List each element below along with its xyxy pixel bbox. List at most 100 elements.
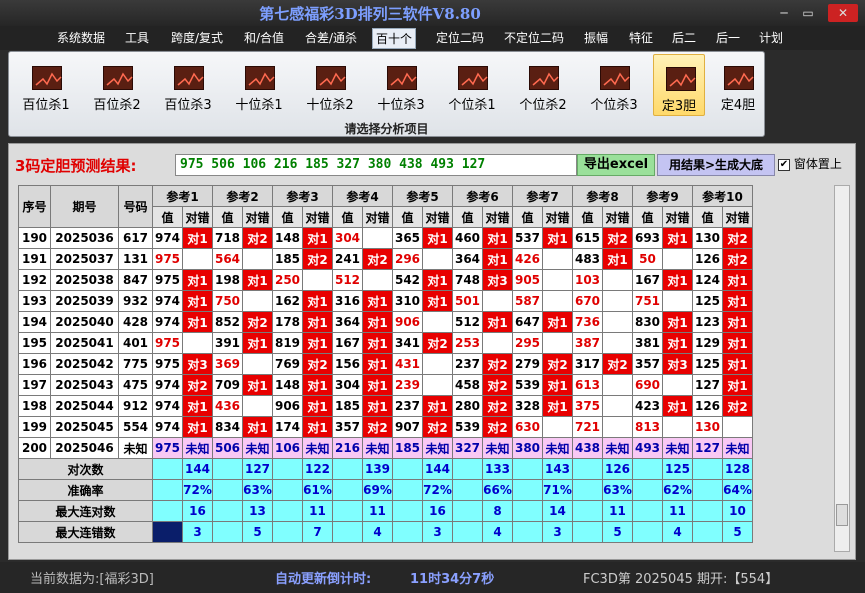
cell-value: 216 — [332, 437, 363, 459]
cell-mark: 对2 — [302, 248, 333, 270]
menu-item[interactable]: 和/合值 — [238, 28, 290, 49]
menu-item[interactable]: 后一 — [710, 28, 746, 49]
cell-value: 974 — [152, 416, 183, 438]
stats-spacer — [332, 458, 363, 480]
chart-icon — [316, 66, 346, 90]
table-row[interactable]: 191 2025037 131 975 564 185 对2 241 对2 296 364 对1 426… — [18, 248, 753, 270]
cell-mark: 对1 — [182, 269, 213, 291]
cell-mark — [542, 332, 573, 354]
cell-value: 156 — [332, 353, 363, 375]
ribbon-button-label: 十位杀3 — [377, 98, 425, 113]
maximize-button[interactable]: ▭ — [796, 4, 820, 22]
export-excel-button[interactable]: 导出excel — [577, 154, 655, 176]
cell-mark — [602, 311, 633, 333]
result-field[interactable]: 975 506 106 216 185 327 380 438 493 127 — [175, 154, 577, 176]
stats-spacer — [332, 500, 363, 522]
scrollbar-thumb[interactable] — [836, 504, 848, 526]
menu-item[interactable]: 不定位二码 — [498, 28, 570, 49]
header-value: 值 — [212, 206, 243, 228]
cell-value: 670 — [572, 290, 603, 312]
ribbon-button[interactable]: 个位杀3 — [582, 54, 646, 116]
table-row[interactable]: 192 2025038 847 975 对1 198 对1 250 512 542 对1 748 对3 9… — [18, 269, 753, 291]
stats-spacer — [452, 500, 483, 522]
menu-item[interactable]: 合差/通杀 — [300, 28, 362, 49]
cell-value: 975 — [152, 248, 183, 270]
ribbon-button[interactable]: 十位杀2 — [298, 54, 362, 116]
minimize-button[interactable]: ─ — [772, 4, 796, 22]
menu-item[interactable]: 跨度/复式 — [165, 28, 229, 49]
table-row[interactable]: 190 2025036 617 974 对1 718 对2 148 对1 304 365 对1 460 对… — [18, 227, 753, 249]
ribbon-button[interactable]: 十位杀1 — [227, 54, 291, 116]
table-row[interactable]: 195 2025041 401 975 391 对1 819 对1 167 对1 341 对2 253 2… — [18, 332, 753, 354]
cell-value: 126 — [692, 395, 723, 417]
cell-mark: 对1 — [482, 227, 513, 249]
cell-mark: 对3 — [662, 353, 693, 375]
ribbon-button[interactable]: 个位杀2 — [511, 54, 575, 116]
table-row[interactable]: 196 2025042 775 975 对3 369 769 对2 156 对1 431 237 对2 2… — [18, 353, 753, 375]
stats-spacer — [452, 479, 483, 501]
header-ref: 参考6 — [452, 185, 513, 207]
cell-mark: 对2 — [722, 227, 753, 249]
stats-value: 13 — [242, 500, 273, 522]
ribbon-button[interactable]: 个位杀1 — [440, 54, 504, 116]
vertical-scrollbar[interactable] — [834, 185, 850, 552]
cell-value: 295 — [512, 332, 543, 354]
cell-value: 974 — [152, 290, 183, 312]
topmost-checkbox[interactable]: ✔ 窗体置上 — [778, 155, 842, 172]
chart-icon — [458, 66, 488, 90]
ribbon-button[interactable]: 百位杀2 — [85, 54, 149, 116]
cell-mark: 对2 — [362, 248, 393, 270]
menu-item[interactable]: 计划 — [754, 28, 788, 49]
menu-item[interactable]: 后二 — [666, 28, 702, 49]
stats-spacer — [512, 479, 543, 501]
table-row[interactable]: 197 2025043 475 974 对2 709 对1 148 对1 304 对1 239 458 对… — [18, 374, 753, 396]
header-value: 值 — [392, 206, 423, 228]
menu-item[interactable]: 特征 — [622, 28, 660, 49]
cell-mark: 对1 — [422, 269, 453, 291]
cell-value: 327 — [452, 437, 483, 459]
cell-value: 721 — [572, 416, 603, 438]
table-row[interactable]: 198 2025044 912 974 对1 436 906 对1 185 对1 237 对1 280 对… — [18, 395, 753, 417]
ribbon-button[interactable]: 定4胆 — [712, 54, 764, 116]
cell-value: 975 — [152, 332, 183, 354]
stats-spacer — [152, 500, 183, 522]
table-row[interactable]: 193 2025039 932 974 对1 750 162 对1 316 对1 310 对1 501 5… — [18, 290, 753, 312]
stats-value: 5 — [242, 521, 273, 543]
ribbon-button[interactable]: 百位杀1 — [14, 54, 78, 116]
cell-code: 775 — [118, 353, 153, 375]
cell-mark: 未知 — [662, 437, 693, 459]
table-row[interactable]: 199 2025045 554 974 对1 834 对1 174 对1 357 对2 907 对2 53… — [18, 416, 753, 438]
cell-mark: 对1 — [362, 332, 393, 354]
ribbon-button[interactable]: 十位杀3 — [369, 54, 433, 116]
cell-value: 304 — [332, 227, 363, 249]
table-row[interactable]: 194 2025040 428 974 对1 852 对2 178 对1 364 对1 906 512 对… — [18, 311, 753, 333]
close-button[interactable]: ✕ — [828, 4, 858, 22]
cell-value: 493 — [632, 437, 663, 459]
cell-mark — [662, 416, 693, 438]
cell-mark: 对1 — [362, 374, 393, 396]
stats-spacer — [572, 458, 603, 480]
forecast-row[interactable]: 200 2025046 未知 975 未知 506 未知 106 未知 216 未知 185 未知 327… — [18, 437, 753, 459]
cell-value: 174 — [272, 416, 303, 438]
header-ref: 参考2 — [212, 185, 273, 207]
menu-item[interactable]: 百十个 — [372, 28, 416, 49]
checkbox-check-icon[interactable]: ✔ — [778, 158, 790, 171]
cell-seq: 196 — [18, 353, 51, 375]
cell-mark: 对2 — [602, 353, 633, 375]
issue-info: FC3D第 2025045 期开:【554】 — [583, 572, 779, 587]
generate-base-button[interactable]: 用结果>生成大底 — [657, 154, 775, 176]
cell-mark: 对2 — [242, 227, 273, 249]
menu-item[interactable]: 定位二码 — [430, 28, 490, 49]
cell-mark: 对1 — [242, 269, 273, 291]
ribbon-button[interactable]: 百位杀3 — [156, 54, 220, 116]
ribbon-button[interactable]: 定3胆 — [653, 54, 705, 116]
menu-item[interactable]: 工具 — [120, 28, 154, 49]
cell-value: 512 — [452, 311, 483, 333]
menu-item[interactable]: 振幅 — [578, 28, 614, 49]
stats-value: 125 — [662, 458, 693, 480]
menu-item[interactable]: 系统数据 — [52, 28, 110, 49]
stats-value: 122 — [302, 458, 333, 480]
cell-value: 126 — [692, 248, 723, 270]
cell-value: 316 — [332, 290, 363, 312]
stats-value: 14 — [542, 500, 573, 522]
